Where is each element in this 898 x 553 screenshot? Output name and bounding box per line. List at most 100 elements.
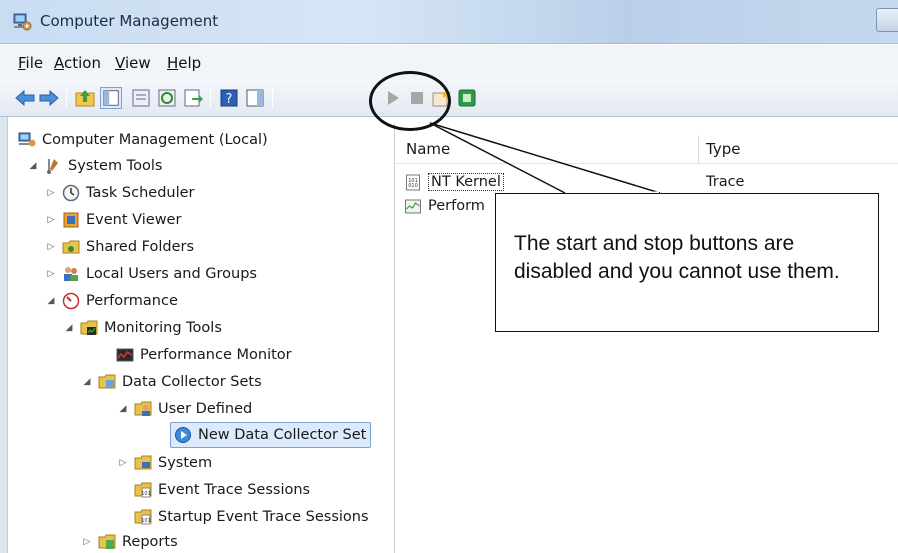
- clock-icon: [62, 184, 80, 202]
- tree-label: System Tools: [68, 158, 163, 174]
- menu-file-mnemonic: F: [18, 54, 26, 72]
- tree-item-performance[interactable]: ◢ Performance: [44, 288, 178, 314]
- tree-label: System: [158, 455, 213, 471]
- column-header-name[interactable]: Name: [406, 135, 696, 163]
- menu-help[interactable]: Help: [167, 54, 201, 72]
- tree-label: Local Users and Groups: [86, 266, 257, 282]
- expanded-triangle-icon[interactable]: ◢: [62, 321, 76, 335]
- computer-management-icon: [13, 13, 32, 31]
- tree-item-system[interactable]: ▷ System: [116, 450, 213, 476]
- tree-label: Event Trace Sessions: [158, 482, 311, 498]
- toolbar-separator: [210, 88, 211, 108]
- console-tree: Computer Management (Local) ◢ System Too…: [8, 123, 395, 553]
- data-collector-icon[interactable]: [456, 87, 478, 109]
- reports-folder-icon: [98, 534, 116, 549]
- tree-label: Reports: [122, 534, 178, 550]
- collapsed-triangle-icon[interactable]: ▷: [44, 267, 58, 281]
- svg-text:101: 101: [141, 491, 151, 497]
- tree-item-user-defined[interactable]: ◢ User Defined: [116, 396, 253, 422]
- data-collector-sets-folder-icon: [98, 374, 116, 389]
- svg-text:?: ?: [226, 92, 233, 107]
- tree-label: Data Collector Sets: [122, 374, 262, 390]
- refresh-icon[interactable]: [156, 87, 178, 109]
- menu-bar: File Action View Help: [0, 44, 898, 80]
- toolbar-separator: [66, 88, 67, 108]
- expanded-triangle-icon[interactable]: ◢: [26, 159, 40, 173]
- show-hide-action-pane-icon[interactable]: [244, 87, 266, 109]
- tree-item-computer-management[interactable]: Computer Management (Local): [18, 127, 268, 153]
- tree-item-event-viewer[interactable]: ▷ Event Viewer: [44, 207, 182, 233]
- tree-item-new-data-collector-set[interactable]: New Data Collector Set: [170, 422, 372, 448]
- expanded-triangle-icon[interactable]: ◢: [116, 402, 130, 416]
- forward-arrow-icon[interactable]: [38, 87, 60, 109]
- window-control-button[interactable]: [876, 8, 898, 32]
- trace-file-icon: 101 010: [406, 174, 420, 190]
- window-title: Computer Management: [40, 12, 219, 30]
- tree-item-task-scheduler[interactable]: ▷ Task Scheduler: [44, 180, 195, 206]
- annotation-highlight-circle: [369, 71, 451, 131]
- svg-text:010: 010: [408, 183, 418, 189]
- performance-icon: [62, 292, 80, 310]
- back-arrow-icon[interactable]: [14, 87, 36, 109]
- menu-view[interactable]: View: [115, 54, 151, 72]
- tree-label: Performance Monitor: [140, 347, 292, 363]
- tree-item-monitoring-tools[interactable]: ◢ Monitoring Tools: [62, 315, 222, 341]
- header-divider: [396, 163, 898, 164]
- tree-label: Startup Event Trace Sessions: [158, 509, 369, 525]
- menu-action-label: ction: [64, 54, 101, 72]
- expanded-triangle-icon[interactable]: ◢: [80, 375, 94, 389]
- collapsed-triangle-icon[interactable]: ▷: [116, 456, 130, 470]
- system-folder-icon: [134, 455, 152, 470]
- menu-help-label: elp: [178, 54, 202, 72]
- trace-sessions-icon: 101: [134, 509, 152, 525]
- show-hide-tree-icon[interactable]: [100, 87, 122, 109]
- help-icon[interactable]: ?: [218, 87, 240, 109]
- list-pane: Name Type 101 010 NT Kernel Trace Perfor…: [396, 123, 898, 553]
- collapsed-triangle-icon[interactable]: ▷: [80, 535, 94, 549]
- tree-label: New Data Collector Set: [198, 427, 367, 443]
- tree-label: Shared Folders: [86, 239, 195, 255]
- trace-sessions-icon: 101: [134, 482, 152, 498]
- svg-text:101: 101: [141, 518, 151, 524]
- column-divider[interactable]: [698, 135, 699, 163]
- list-row-name: Perform: [428, 198, 485, 214]
- user-defined-folder-icon: [134, 401, 152, 416]
- monitoring-tools-folder-icon: [80, 320, 98, 335]
- collapsed-triangle-icon[interactable]: ▷: [44, 186, 58, 200]
- computer-management-icon: [18, 132, 36, 147]
- left-rail: [0, 117, 8, 553]
- system-tools-icon: [47, 159, 58, 174]
- data-collector-set-icon: [175, 427, 191, 443]
- list-row[interactable]: 101 010 NT Kernel: [404, 171, 504, 193]
- tree-item-local-users-groups[interactable]: ▷ Local Users and Groups: [44, 261, 257, 287]
- list-row-type: Trace: [706, 174, 745, 190]
- menu-action[interactable]: Action: [54, 54, 101, 72]
- tree-label: User Defined: [158, 401, 253, 417]
- users-icon: [64, 267, 78, 281]
- tree-item-performance-monitor[interactable]: Performance Monitor: [116, 342, 292, 368]
- up-folder-icon[interactable]: [74, 87, 96, 109]
- menu-view-label: iew: [124, 54, 151, 72]
- list-row[interactable]: Perform: [404, 195, 485, 217]
- export-list-icon[interactable]: [182, 87, 204, 109]
- column-header-type[interactable]: Type: [706, 135, 896, 163]
- performance-counter-icon: [405, 199, 421, 213]
- tree-item-system-tools[interactable]: ◢ System Tools: [26, 153, 162, 179]
- menu-view-mnemonic: V: [115, 54, 125, 72]
- menu-file[interactable]: File: [18, 54, 43, 72]
- collapsed-triangle-icon[interactable]: ▷: [44, 213, 58, 227]
- tree-item-reports[interactable]: ▷ Reports: [80, 529, 178, 553]
- collapsed-triangle-icon[interactable]: ▷: [44, 240, 58, 254]
- menu-file-label: ile: [25, 54, 44, 72]
- expanded-triangle-icon[interactable]: ◢: [44, 294, 58, 308]
- tree-item-startup-event-trace-sessions[interactable]: 101 Startup Event Trace Sessions: [134, 504, 369, 530]
- toolbar-separator: [272, 88, 273, 108]
- tree-label: Task Scheduler: [86, 185, 195, 201]
- tree-item-shared-folders[interactable]: ▷ Shared Folders: [44, 234, 195, 260]
- tree-label: Monitoring Tools: [104, 320, 222, 336]
- tree-item-data-collector-sets[interactable]: ◢ Data Collector Sets: [80, 369, 262, 395]
- annotation-callout-box: The start and stop buttons are disabled …: [495, 193, 879, 332]
- event-viewer-icon: [63, 212, 79, 228]
- tree-item-event-trace-sessions[interactable]: 101 Event Trace Sessions: [134, 477, 310, 503]
- properties-icon[interactable]: [130, 87, 152, 109]
